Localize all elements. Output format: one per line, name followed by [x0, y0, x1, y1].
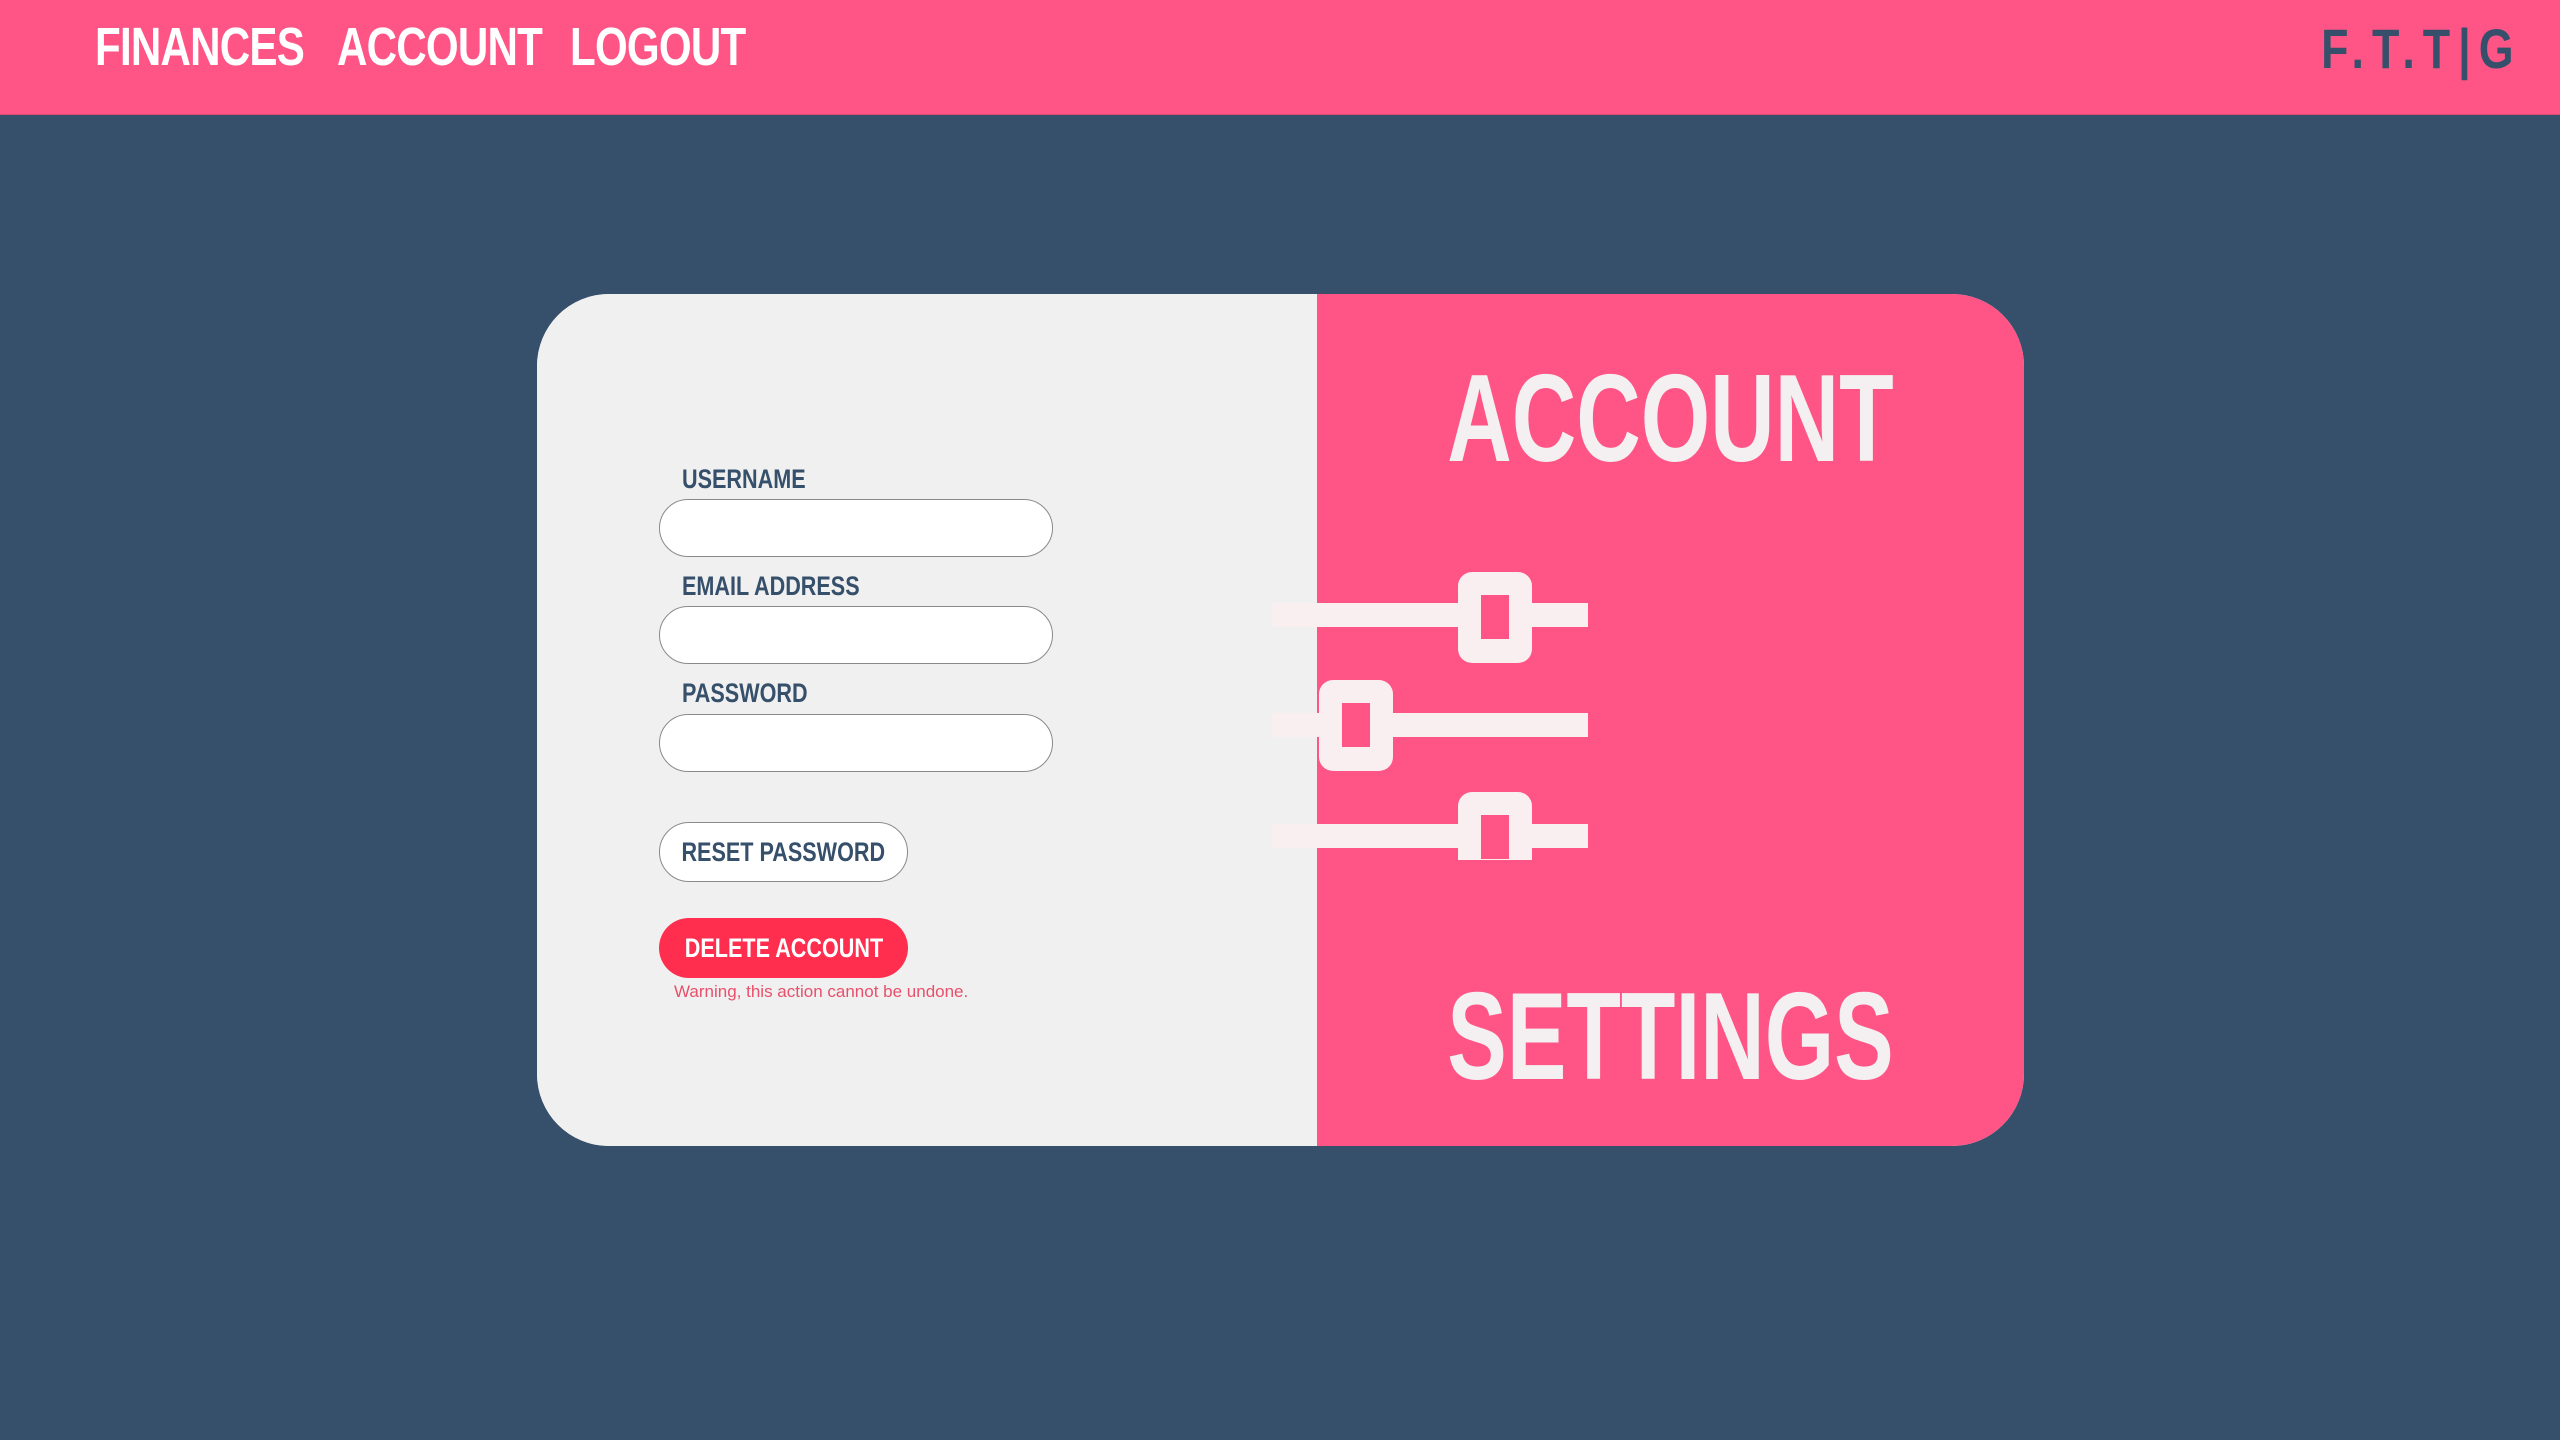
nav-account-link[interactable]: ACCOUNT — [337, 16, 543, 78]
page: FINANCES ACCOUNT LOGOUT F.T.T|G USERNAME… — [0, 0, 2560, 1440]
panel-title-account: ACCOUNT — [1447, 350, 1894, 488]
delete-account-button[interactable]: DELETE ACCOUNT — [659, 918, 908, 978]
panel-title-settings: SETTINGS — [1447, 968, 1894, 1106]
account-form: USERNAME EMAIL ADDRESS PASSWORD RESET PA… — [537, 294, 1317, 1146]
password-label: PASSWORD — [682, 678, 808, 708]
top-nav-bar: FINANCES ACCOUNT LOGOUT F.T.T|G — [0, 0, 2560, 115]
username-input[interactable] — [659, 499, 1053, 557]
account-settings-card: USERNAME EMAIL ADDRESS PASSWORD RESET PA… — [537, 294, 2024, 1146]
email-label: EMAIL ADDRESS — [682, 571, 860, 601]
delete-warning-text: Warning, this action cannot be undone. — [674, 982, 969, 1001]
nav-logout-link[interactable]: LOGOUT — [570, 16, 746, 78]
nav-finances-link[interactable]: FINANCES — [95, 16, 305, 78]
brand-logo: F.T.T|G — [2321, 17, 2522, 80]
email-input[interactable] — [659, 606, 1053, 664]
username-label: USERNAME — [682, 464, 806, 494]
sliders-icon — [1272, 572, 1588, 860]
delete-account-label: DELETE ACCOUNT — [684, 932, 883, 963]
reset-password-label: RESET PASSWORD — [681, 836, 886, 867]
password-input[interactable] — [659, 714, 1053, 772]
reset-password-button[interactable]: RESET PASSWORD — [659, 822, 908, 882]
